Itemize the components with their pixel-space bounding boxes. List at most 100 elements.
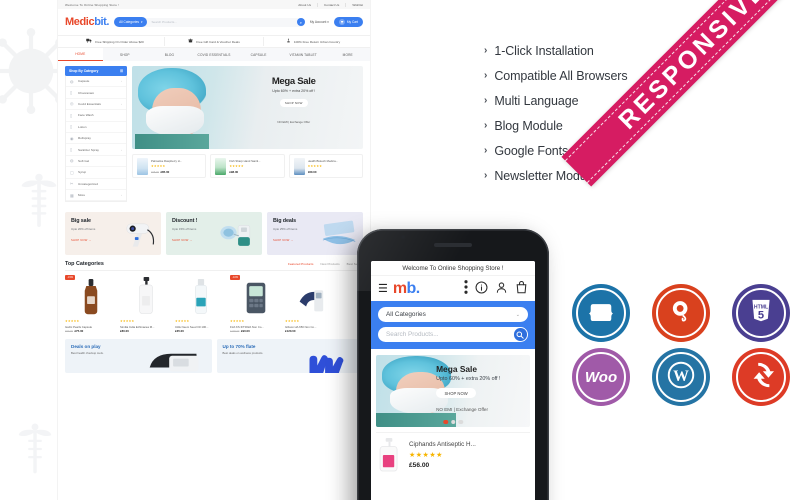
sidebar-item-chooranam[interactable]: ▯ Chooranam (66, 87, 126, 99)
softgel-icon: ◍ (70, 158, 74, 164)
sidebar-item-sanitizer-spray[interactable]: ▯ Sanitizer Spray › (66, 144, 126, 156)
chevron-right-icon: › (484, 170, 488, 181)
promo-banner-big-deals[interactable]: Big deals Upto 25% off items SHOP NOW → (267, 212, 363, 256)
mobile-category-dropdown[interactable]: All Categories ⌄ (378, 307, 528, 322)
front-camera-icon (401, 235, 405, 239)
search-icon[interactable] (514, 328, 527, 341)
mini-product-card[interactable]: Health Biotech Medica... ★★★★★ £80.00 (288, 154, 363, 178)
product-name: Fish Sharp Hand Saniti... (229, 158, 261, 163)
deal-banner-play[interactable]: Deals on play Best health checkup tools. (65, 338, 212, 373)
nav-item-vitamin-tablet[interactable]: VITAMIN TABLET (281, 48, 326, 61)
truck-icon (86, 38, 92, 45)
product-card[interactable]: -15% ★★★★★ Garlic Pearls Capsule £90.00 £… (65, 275, 117, 333)
hero-banner[interactable]: Mega Sale Upto 60% + extra 20% off ! SHO… (132, 66, 363, 149)
mobile-hero-banner[interactable]: Mega Sale Upto 60% + extra 20% off ! SHO… (376, 355, 530, 427)
product-image (376, 438, 403, 472)
lotion-icon: ▯ (70, 124, 73, 130)
chevron-right-icon: › (484, 145, 488, 156)
info-icon[interactable] (475, 281, 488, 297)
mobile-hero-shop-now-button[interactable]: SHOP NOW (436, 388, 477, 399)
product-card[interactable]: ★★★★★ Inlife Neem Seed Oil 100... £35.00 (175, 275, 227, 333)
mini-product-card[interactable]: Fish Sharp Hand Saniti... ★★★★★ £98.00 (210, 154, 285, 178)
responsive-ribbon-label: RESPONSIVE (612, 0, 773, 135)
nav-item-shop[interactable]: SHOP (103, 48, 148, 61)
carousel-dot-active[interactable] (443, 419, 448, 424)
product-card[interactable]: -10% ★★★★★ Fish KS IFT002A Non Co... £10… (230, 275, 282, 333)
product-price: £80.00 (120, 329, 172, 333)
nav-item-capsule[interactable]: CAPSULE (236, 48, 281, 61)
hamburger-icon[interactable]: ☰ (378, 282, 388, 295)
mini-product-row: Palmative Raspberry H... ★★★★★ £98.00 £85… (132, 154, 363, 178)
current-price: £80.00 (307, 169, 317, 174)
mobile-search-input[interactable]: Search Products... (378, 327, 528, 342)
rating-stars: ★★★★★ (120, 318, 135, 323)
sidebar-item-label: Capsule (78, 79, 90, 84)
sidebar-item-label: Syrup (78, 170, 87, 175)
nav-item-covid-essentials[interactable]: COVID ESSENTIALS (192, 48, 237, 61)
promo-banner-discount[interactable]: Discount ! Upto 15% off items SHOP NOW → (166, 212, 262, 256)
sidebar-item-soft-gel[interactable]: ◍ Soft Gel (66, 156, 126, 168)
current-price: £120.00 (285, 328, 296, 333)
nav-item-more[interactable]: MORE (325, 48, 370, 61)
woocommerce-badge: Woo (572, 348, 630, 406)
sidebar-item-lotion[interactable]: ▯ Lotion (66, 122, 126, 133)
html5-badge: HTML 5 (732, 284, 790, 342)
logo-part-a: Medic (65, 16, 95, 28)
product-card[interactable]: ★★★★★ Gibson HA 650 Non Co... £120.00 (285, 275, 337, 333)
rating-stars: ★★★★★ (285, 318, 300, 323)
mobile-logo[interactable]: mb. (393, 280, 420, 298)
category-dropdown[interactable]: All Categories ▾ (114, 17, 148, 27)
mobile-header-icons (464, 280, 528, 297)
site-logo[interactable]: Medicbit. (65, 16, 109, 28)
sidebar-item-more[interactable]: ▦ More › (66, 190, 126, 202)
mini-product-card[interactable]: Palmative Raspberry H... ★★★★★ £98.00 £85… (132, 154, 207, 178)
chevron-down-icon: ⌄ (515, 311, 520, 318)
hero-note: NO EMI | Exchange Offer (277, 119, 311, 124)
nav-item-blog[interactable]: BLOG (147, 48, 192, 61)
current-price: £75.00 (74, 328, 84, 333)
logo-part-a: m (392, 279, 407, 297)
hero-text: Mega Sale Upto 60% + extra 20% off ! SHO… (234, 76, 354, 124)
carousel-dot[interactable] (450, 419, 456, 424)
search-input[interactable]: Search Products... (142, 17, 305, 27)
chevron-right-icon: › (484, 95, 488, 106)
gloves-image (287, 346, 363, 373)
feature-label: Blog Module (494, 118, 563, 133)
user-account-icon[interactable] (495, 281, 508, 297)
more-vertical-icon[interactable] (464, 280, 468, 297)
my-cart-button[interactable]: My Cart (333, 17, 363, 27)
my-account-dropdown[interactable]: My Account ▾ (310, 20, 329, 24)
mobile-product-row[interactable]: Ciphands Antiseptic H... ★★★★★ £56.00 (376, 432, 530, 472)
sidebar-header[interactable]: Shop By Category ☰ (65, 66, 127, 76)
sidebar-item-capsule[interactable]: ◍ Capsule › (66, 76, 126, 88)
search-icon[interactable]: ⌕ (296, 18, 305, 26)
link-contact-us[interactable]: Contact Us (317, 2, 339, 7)
promo-banner-big-sale[interactable]: Big sale Upto 20% off items SHOP NOW → (65, 212, 161, 256)
product-card[interactable]: ★★★★★ Similia India Echinacea M... £80.0… (120, 275, 172, 333)
nav-item-home[interactable]: HOME (58, 48, 103, 61)
link-wishlist[interactable]: Wishlist (345, 2, 363, 7)
carousel-dot[interactable] (458, 419, 463, 424)
deal-banner-flat[interactable]: Up to 70% flate Best deals on wellness p… (216, 338, 363, 373)
current-price: £85.00 (160, 169, 170, 174)
sidebar-item-label: Lotion (78, 124, 87, 129)
rating-stars: ★★★★★ (65, 318, 80, 323)
sidebar-item-uncategorized[interactable]: ✂ Uncategorized (66, 179, 126, 190)
link-about-us[interactable]: About Us (292, 3, 311, 7)
trust-item-return: 100% Free Return Urban Country (264, 37, 362, 46)
sidebar-item-syrup[interactable]: ▢ Syrup (66, 167, 126, 179)
product-image (230, 275, 282, 317)
mobile-hero-title: Mega Sale (436, 364, 478, 375)
hero-shop-now-button[interactable]: SHOP NOW (279, 98, 308, 107)
sync-icon (748, 362, 774, 393)
chevron-down-icon: ▾ (327, 20, 329, 24)
sidebar-item-rollspray[interactable]: ◉ Rollspray (66, 133, 126, 145)
sidebar-item-covid-essentials[interactable]: ◎ Covid Essentials › (66, 99, 126, 111)
shopping-bag-icon[interactable] (515, 280, 528, 297)
tab-new-products[interactable]: New Products (320, 262, 339, 266)
svg-text:5: 5 (758, 309, 764, 321)
carousel-dots[interactable] (443, 419, 463, 424)
tab-featured-products[interactable]: Featured Products (288, 262, 313, 266)
sidebar-item-face-wash[interactable]: ▯ Face Wash (66, 110, 126, 122)
cart-icon (338, 19, 345, 25)
